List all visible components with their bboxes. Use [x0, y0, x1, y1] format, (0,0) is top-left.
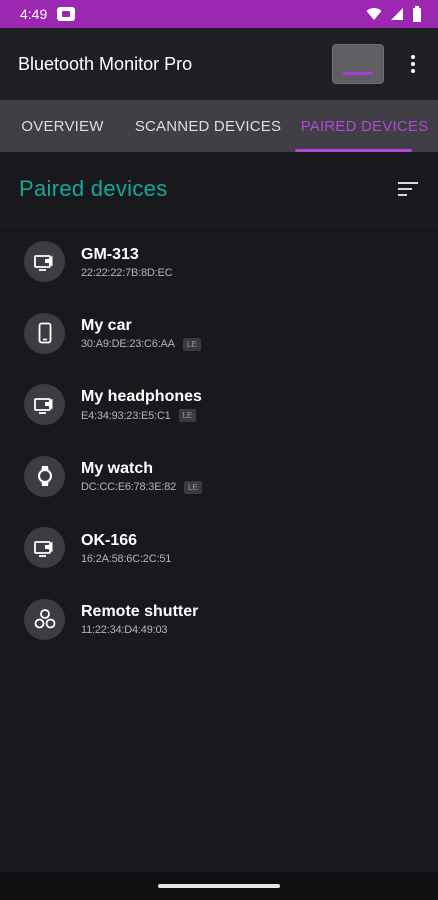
section-title: Paired devices [19, 175, 168, 201]
device-name: My car [81, 316, 132, 334]
signal-icon [391, 8, 403, 20]
device-mac: 16:2A:58:6C:2C:51 [81, 552, 172, 565]
ad-placeholder[interactable] [332, 44, 384, 84]
phone-icon [24, 312, 65, 354]
device-text: GM-313 22:22:22:7B:8D:EC [81, 245, 173, 279]
section-header: Paired devices [0, 152, 438, 226]
device-mac: 11:22:34:D4:49:03 [81, 624, 168, 637]
device-text: OK-166 16:2A:58:6C:2C:51 [81, 531, 171, 565]
tab-label: SCANNED DEVICES [134, 117, 282, 135]
device-mac: E4:34:93:23:E5:C1 [81, 409, 171, 422]
audio-video-icon [24, 527, 65, 569]
tab-overview[interactable]: OVERVIEW [0, 100, 125, 152]
device-mac: 22:22:22:7B:8D:EC [81, 266, 173, 279]
device-hub-icon [24, 598, 65, 640]
le-badge: LE [184, 480, 202, 494]
wifi-icon [366, 8, 382, 20]
device-name: OK-166 [81, 531, 138, 549]
device-text: My watch DC:CC:E6:78:3E:82 LE [81, 459, 202, 494]
device-name: GM-313 [81, 245, 139, 263]
device-item-ok-166[interactable]: OK-166 16:2A:58:6C:2C:51 [0, 512, 438, 584]
status-bar: 4:49 [0, 0, 438, 28]
device-item-my-watch[interactable]: My watch DC:CC:E6:78:3E:82 LE [0, 441, 438, 513]
device-sub: 22:22:22:7B:8D:EC [81, 266, 173, 279]
tab-paired-devices[interactable]: PAIRED DEVICES [291, 100, 438, 152]
device-text: My car 30:A9:DE:23:C6:AA LE [81, 316, 201, 351]
battery-icon [413, 6, 421, 22]
device-mac: 30:A9:DE:23:C6:AA [81, 338, 175, 351]
navigation-bar [0, 872, 438, 900]
device-sub: E4:34:93:23:E5:C1 LE [81, 409, 202, 423]
le-badge: LE [182, 337, 201, 351]
audio-video-icon [24, 241, 65, 283]
device-item-my-headphones[interactable]: My headphones E4:34:93:23:E5:C1 LE [0, 369, 438, 441]
device-sub: 30:A9:DE:23:C6:AA LE [81, 337, 201, 351]
notification-icon [57, 7, 76, 21]
app-title: Bluetooth Monitor Pro [18, 53, 193, 74]
tab-bar: OVERVIEW SCANNED DEVICES PAIRED DEVICES [0, 100, 438, 152]
le-badge: LE [178, 409, 197, 423]
device-item-remote-shutter[interactable]: Remote shutter 11:22:34:D4:49:03 [0, 584, 438, 656]
more-vertical-icon[interactable] [400, 44, 426, 84]
tab-scanned-devices[interactable]: SCANNED DEVICES [125, 100, 291, 152]
tab-label: OVERVIEW [21, 117, 104, 135]
audio-video-icon [24, 384, 65, 426]
home-gesture-handle[interactable] [158, 884, 280, 888]
app-bar: Bluetooth Monitor Pro [0, 28, 438, 100]
tab-label: PAIRED DEVICES [300, 117, 429, 135]
device-list: GM-313 22:22:22:7B:8D:EC My car 30:A9:DE… [0, 226, 438, 655]
device-text: My headphones E4:34:93:23:E5:C1 LE [81, 387, 202, 423]
device-sub: 11:22:34:D4:49:03 [81, 624, 198, 636]
status-time: 4:49 [20, 6, 48, 22]
device-item-gm-313[interactable]: GM-313 22:22:22:7B:8D:EC [0, 226, 438, 298]
watch-icon [24, 455, 65, 497]
status-right [366, 6, 422, 22]
device-name: My watch [81, 459, 154, 477]
device-sub: DC:CC:E6:78:3E:82 LE [81, 480, 202, 494]
device-sub: 16:2A:58:6C:2C:51 [81, 553, 171, 565]
sort-icon[interactable] [398, 177, 422, 201]
device-name: Remote shutter [81, 603, 199, 621]
device-name: My headphones [81, 388, 202, 406]
device-item-my-car[interactable]: My car 30:A9:DE:23:C6:AA LE [0, 298, 438, 370]
device-text: Remote shutter 11:22:34:D4:49:03 [81, 602, 198, 636]
device-mac: DC:CC:E6:78:3E:82 [81, 481, 177, 494]
status-left: 4:49 [20, 6, 76, 22]
